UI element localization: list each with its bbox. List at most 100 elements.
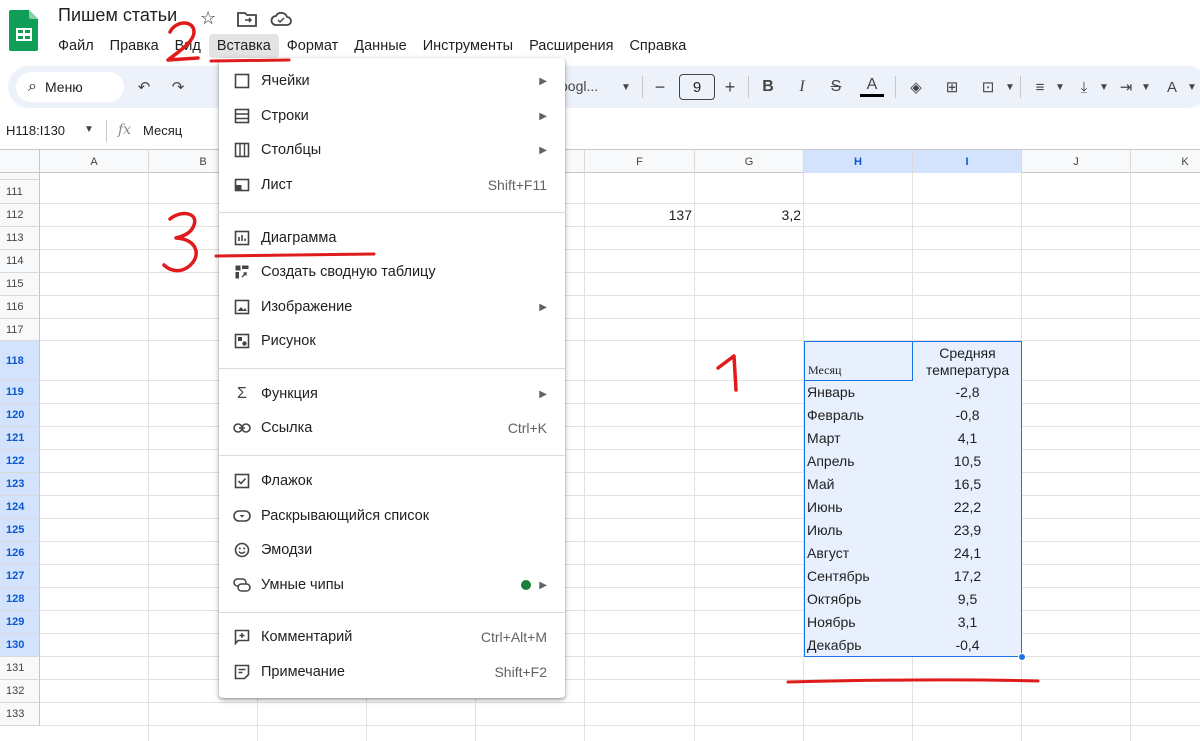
redo-icon[interactable]: ↷ <box>166 75 190 99</box>
row-header-130[interactable]: 130 <box>0 634 40 657</box>
text-color-icon[interactable]: A <box>860 75 884 97</box>
menu-view[interactable]: Вид <box>167 34 209 58</box>
row-header-121[interactable]: 121 <box>0 427 40 450</box>
rotation-dropdown-icon[interactable]: ▼ <box>1180 75 1200 99</box>
column-header-a[interactable]: A <box>40 150 149 173</box>
menu-item-dropdown[interactable]: Раскрывающийся список <box>219 499 565 533</box>
row-header-113[interactable]: 113 <box>0 227 40 250</box>
cell-month[interactable]: Март <box>804 427 913 450</box>
move-folder-icon[interactable] <box>236 8 258 30</box>
menu-item-rows[interactable]: Строки ▶ <box>219 99 565 133</box>
menu-item-image[interactable]: Изображение ▶ <box>219 290 565 324</box>
menu-tools[interactable]: Инструменты <box>415 34 521 58</box>
column-header-j[interactable]: J <box>1022 150 1131 173</box>
cell-temperature[interactable]: 17,2 <box>913 565 1022 588</box>
menu-item-smart-chips[interactable]: Умные чипы ▶ <box>219 568 565 602</box>
cell-temperature[interactable]: -0,4 <box>913 634 1022 657</box>
row-header-131[interactable]: 131 <box>0 657 40 680</box>
font-family-dropdown-icon[interactable]: ▼ <box>614 75 638 99</box>
row-header-111[interactable]: 111 <box>0 180 40 204</box>
menu-edit[interactable]: Правка <box>102 34 167 58</box>
row-header-124[interactable]: 124 <box>0 496 40 519</box>
fill-handle[interactable] <box>1018 653 1026 661</box>
menu-format[interactable]: Формат <box>279 34 347 58</box>
cell-f112[interactable]: 137 <box>585 204 695 227</box>
column-header-k[interactable]: K <box>1131 150 1200 173</box>
row-header-120[interactable]: 120 <box>0 404 40 427</box>
cell-month[interactable]: Август <box>804 542 913 565</box>
cell-month[interactable]: Февраль <box>804 404 913 427</box>
cell-temperature[interactable]: 24,1 <box>913 542 1022 565</box>
menu-item-pivot-table[interactable]: Создать сводную таблицу <box>219 255 565 289</box>
row-header-116[interactable]: 116 <box>0 296 40 319</box>
row-header-123[interactable]: 123 <box>0 473 40 496</box>
fill-color-icon[interactable]: ◈ <box>904 75 928 99</box>
cell-temperature[interactable]: 22,2 <box>913 496 1022 519</box>
row-header-115[interactable]: 115 <box>0 273 40 296</box>
cell-h118[interactable]: Месяц <box>804 341 913 381</box>
menu-item-cells[interactable]: Ячейки ▶ <box>219 64 565 98</box>
cell-temperature[interactable]: 23,9 <box>913 519 1022 542</box>
cell-month[interactable]: Январь <box>804 381 913 404</box>
cell-temperature[interactable]: 4,1 <box>913 427 1022 450</box>
row-header-117[interactable]: 117 <box>0 319 40 341</box>
cell-i118[interactable]: Средняя температура <box>913 341 1022 381</box>
menu-item-emoji[interactable]: Эмодзи <box>219 533 565 567</box>
cell-temperature[interactable]: -2,8 <box>913 381 1022 404</box>
merge-cells-icon[interactable]: ⊡ <box>976 75 1000 99</box>
row-header-127[interactable]: 127 <box>0 565 40 588</box>
menu-item-note[interactable]: Примечание Shift+F2 <box>219 655 565 689</box>
merge-dropdown-icon[interactable]: ▼ <box>998 75 1022 99</box>
name-box[interactable]: H118:I130 <box>6 123 65 138</box>
wrap-dropdown-icon[interactable]: ▼ <box>1134 75 1158 99</box>
column-header-h[interactable]: H <box>804 150 913 173</box>
italic-icon[interactable]: I <box>790 75 814 99</box>
row-header-122[interactable]: 122 <box>0 450 40 473</box>
row-header-129[interactable]: 129 <box>0 611 40 634</box>
menu-search[interactable]: ⌕ Меню <box>16 72 124 102</box>
menu-item-checkbox[interactable]: Флажок <box>219 464 565 498</box>
row-header-125[interactable]: 125 <box>0 519 40 542</box>
cell-month[interactable]: Июль <box>804 519 913 542</box>
cell-temperature[interactable]: 16,5 <box>913 473 1022 496</box>
menu-item-drawing[interactable]: Рисунок <box>219 324 565 358</box>
font-family-select[interactable]: oogl... <box>560 78 598 94</box>
menu-item-sheet[interactable]: Лист Shift+F11 <box>219 168 565 202</box>
cell-temperature[interactable]: -0,8 <box>913 404 1022 427</box>
valign-dropdown-icon[interactable]: ▼ <box>1092 75 1116 99</box>
menu-extensions[interactable]: Расширения <box>521 34 621 58</box>
menu-help[interactable]: Справка <box>621 34 694 58</box>
menu-insert[interactable]: Вставка <box>208 34 279 58</box>
halign-dropdown-icon[interactable]: ▼ <box>1048 75 1072 99</box>
cell-temperature[interactable]: 3,1 <box>913 611 1022 634</box>
row-header-133[interactable]: 133 <box>0 703 40 726</box>
cell-month[interactable]: Июнь <box>804 496 913 519</box>
cell-month[interactable]: Ноябрь <box>804 611 913 634</box>
row-header-118[interactable]: 118 <box>0 341 40 381</box>
menu-item-function[interactable]: Σ Функция ▶ <box>219 377 565 411</box>
cell-temperature[interactable]: 9,5 <box>913 588 1022 611</box>
cell-month[interactable]: Май <box>804 473 913 496</box>
cell-month[interactable]: Октябрь <box>804 588 913 611</box>
name-box-dropdown-icon[interactable]: ▼ <box>84 124 94 135</box>
row-header-114[interactable]: 114 <box>0 250 40 273</box>
borders-icon[interactable]: ⊞ <box>940 75 964 99</box>
cell-g112[interactable]: 3,2 <box>695 204 804 227</box>
menu-item-columns[interactable]: Столбцы ▶ <box>219 133 565 167</box>
select-all-corner[interactable] <box>0 150 40 173</box>
bold-icon[interactable]: B <box>756 75 780 99</box>
row-header-132[interactable]: 132 <box>0 680 40 703</box>
menu-file[interactable]: Файл <box>50 34 102 58</box>
row-header-126[interactable]: 126 <box>0 542 40 565</box>
cell-month[interactable]: Декабрь <box>804 634 913 657</box>
row-header-112[interactable]: 112 <box>0 204 40 227</box>
cell-temperature[interactable]: 10,5 <box>913 450 1022 473</box>
cloud-status-icon[interactable] <box>270 8 292 30</box>
menu-item-link[interactable]: Ссылка Ctrl+K <box>219 411 565 445</box>
menu-data[interactable]: Данные <box>346 34 414 58</box>
strikethrough-icon[interactable]: S <box>824 75 848 99</box>
font-size-input[interactable]: 9 <box>679 74 715 100</box>
column-header-f[interactable]: F <box>585 150 695 173</box>
row-header-128[interactable]: 128 <box>0 588 40 611</box>
formula-input[interactable]: Месяц <box>143 123 182 138</box>
